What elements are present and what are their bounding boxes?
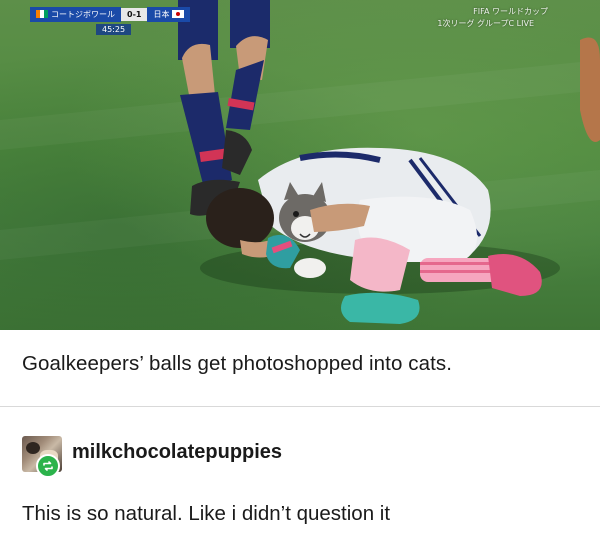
- team-right: 日本: [147, 6, 191, 22]
- score: 0-1: [121, 7, 148, 21]
- post-caption: Goalkeepers’ balls get photoshopped into…: [22, 352, 453, 375]
- ivory-coast-flag-icon: [36, 10, 48, 18]
- post-photo[interactable]: コートジボワール 0-1 日本 45:25 FIFA ワールドカップ 1次リーグ…: [0, 0, 600, 330]
- team-left-label: コートジボワール: [51, 9, 115, 19]
- divider: [0, 406, 600, 407]
- score-bug: コートジボワール 0-1 日本: [30, 6, 191, 22]
- team-left: コートジボワール: [30, 6, 121, 22]
- japan-flag-icon: [172, 10, 185, 18]
- team-right-label: 日本: [153, 9, 170, 19]
- reblog-icon: [36, 454, 60, 478]
- photo-illustration: [0, 0, 600, 324]
- reblog-icon-glyph: [43, 461, 53, 471]
- match-clock: 45:25: [96, 24, 132, 35]
- reblog-comment: This is so natural. Like i didn’t questi…: [22, 502, 391, 525]
- reblog-username[interactable]: milkchocolatepuppies: [72, 441, 282, 464]
- round-label: 1次リーグ グループC LIVE: [437, 19, 534, 28]
- tournament-label: FIFA ワールドカップ: [473, 7, 548, 16]
- avatar-detail: [26, 442, 40, 454]
